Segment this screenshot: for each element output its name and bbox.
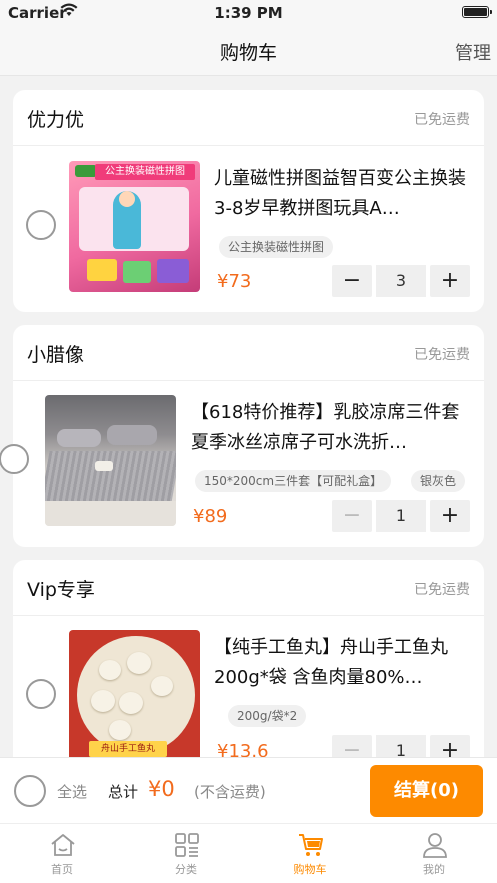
- product-spec[interactable]: 200g/袋*2: [228, 705, 307, 727]
- home-icon: [51, 834, 75, 856]
- item-select-radio[interactable]: [0, 444, 29, 474]
- tab-category[interactable]: 分类: [124, 824, 248, 883]
- shop-header: Vip专享 已免运费: [13, 560, 484, 616]
- cart-list[interactable]: 优力优 已免运费 公主换装磁性拼图 儿童磁性拼图益智百变公主换装3-8岁早教拼图…: [0, 77, 497, 757]
- quantity-value[interactable]: 1: [376, 500, 426, 532]
- tab-label: 我的: [423, 863, 445, 876]
- item-select-radio[interactable]: [26, 210, 56, 240]
- clock: 1:39 PM: [214, 4, 283, 22]
- decrease-button[interactable]: −: [332, 735, 372, 757]
- decrease-button[interactable]: −: [332, 500, 372, 532]
- shop-name[interactable]: Vip专享: [27, 575, 95, 602]
- select-all-label[interactable]: 全选: [57, 781, 87, 802]
- decrease-button[interactable]: −: [332, 265, 372, 297]
- category-icon: [175, 833, 199, 857]
- product-price: ¥13.6: [217, 741, 269, 757]
- status-bar: Carrier 1:39 PM: [0, 0, 497, 26]
- quantity-stepper: − 3 +: [332, 265, 470, 297]
- select-all-radio[interactable]: [14, 775, 46, 807]
- product-thumbnail[interactable]: 公主换装磁性拼图: [69, 161, 200, 292]
- shop-card: 小腊像 已免运费 【618特价推荐】乳胶凉席三件套夏季冰丝凉席子可水洗折… 15…: [0, 325, 484, 547]
- quantity-stepper: − 1 +: [332, 735, 470, 757]
- tab-bar: 首页 分类 购物车 我的: [0, 823, 497, 883]
- tab-profile[interactable]: 我的: [372, 824, 496, 883]
- shop-card: 优力优 已免运费 公主换装磁性拼图 儿童磁性拼图益智百变公主换装3-8岁早教拼图…: [13, 90, 484, 312]
- total-label: 总计: [108, 783, 139, 801]
- tab-cart[interactable]: 购物车: [248, 824, 372, 883]
- quantity-value[interactable]: 3: [376, 265, 426, 297]
- shipping-status: 已免运费: [414, 112, 470, 128]
- nav-bar: 购物车 管理: [0, 26, 497, 76]
- increase-button[interactable]: +: [430, 500, 470, 532]
- shop-name[interactable]: 小腊像: [27, 340, 84, 367]
- tab-label: 首页: [51, 863, 73, 876]
- product-spec[interactable]: 公主换装磁性拼图: [219, 236, 334, 258]
- shop-name[interactable]: 优力优: [27, 105, 84, 132]
- product-thumbnail[interactable]: [45, 395, 176, 526]
- item-select-radio[interactable]: [26, 679, 56, 709]
- battery-icon: [462, 6, 492, 18]
- product-thumbnail[interactable]: 舟山手工鱼丸: [69, 630, 200, 757]
- shipping-note: (不含运费): [194, 783, 266, 801]
- product-color[interactable]: 银灰色: [411, 470, 466, 492]
- total-value: ¥0: [148, 777, 175, 801]
- cart-icon: [299, 834, 323, 856]
- product-spec[interactable]: 150*200cm三件套【可配礼盒】: [195, 470, 392, 492]
- shop-card: Vip专享 已免运费 舟山手工鱼丸 【纯手工鱼丸】舟山手工鱼丸200g*袋 含鱼…: [13, 560, 484, 757]
- page-title: 购物车: [219, 42, 277, 64]
- tab-home[interactable]: 首页: [0, 824, 124, 883]
- shop-header: 小腊像 已免运费: [13, 325, 484, 381]
- increase-button[interactable]: +: [430, 735, 470, 757]
- thumb-banner: 舟山手工鱼丸: [89, 741, 167, 757]
- shop-header: 优力优 已免运费: [13, 90, 484, 146]
- increase-button[interactable]: +: [430, 265, 470, 297]
- product-title[interactable]: 【纯手工鱼丸】舟山手工鱼丸200g*袋 含鱼肉量80%…: [214, 633, 470, 693]
- checkout-button[interactable]: 结算(0): [370, 765, 483, 817]
- tab-label: 购物车: [293, 863, 327, 876]
- product-price: ¥89: [193, 506, 228, 527]
- thumb-banner: 公主换装磁性拼图: [95, 164, 195, 180]
- tab-label: 分类: [175, 863, 197, 876]
- manage-button[interactable]: 管理: [455, 39, 491, 65]
- quantity-stepper: − 1 +: [332, 500, 470, 532]
- product-title[interactable]: 儿童磁性拼图益智百变公主换装3-8岁早教拼图玩具A…: [214, 164, 470, 224]
- shipping-status: 已免运费: [414, 582, 470, 598]
- checkout-bar: 全选 总计 ¥0 (不含运费) 结算(0): [0, 757, 497, 823]
- product-price: ¥73: [217, 271, 252, 292]
- shipping-status: 已免运费: [414, 347, 470, 363]
- user-icon: [423, 833, 447, 858]
- product-title[interactable]: 【618特价推荐】乳胶凉席三件套夏季冰丝凉席子可水洗折…: [191, 398, 470, 458]
- quantity-value[interactable]: 1: [376, 735, 426, 757]
